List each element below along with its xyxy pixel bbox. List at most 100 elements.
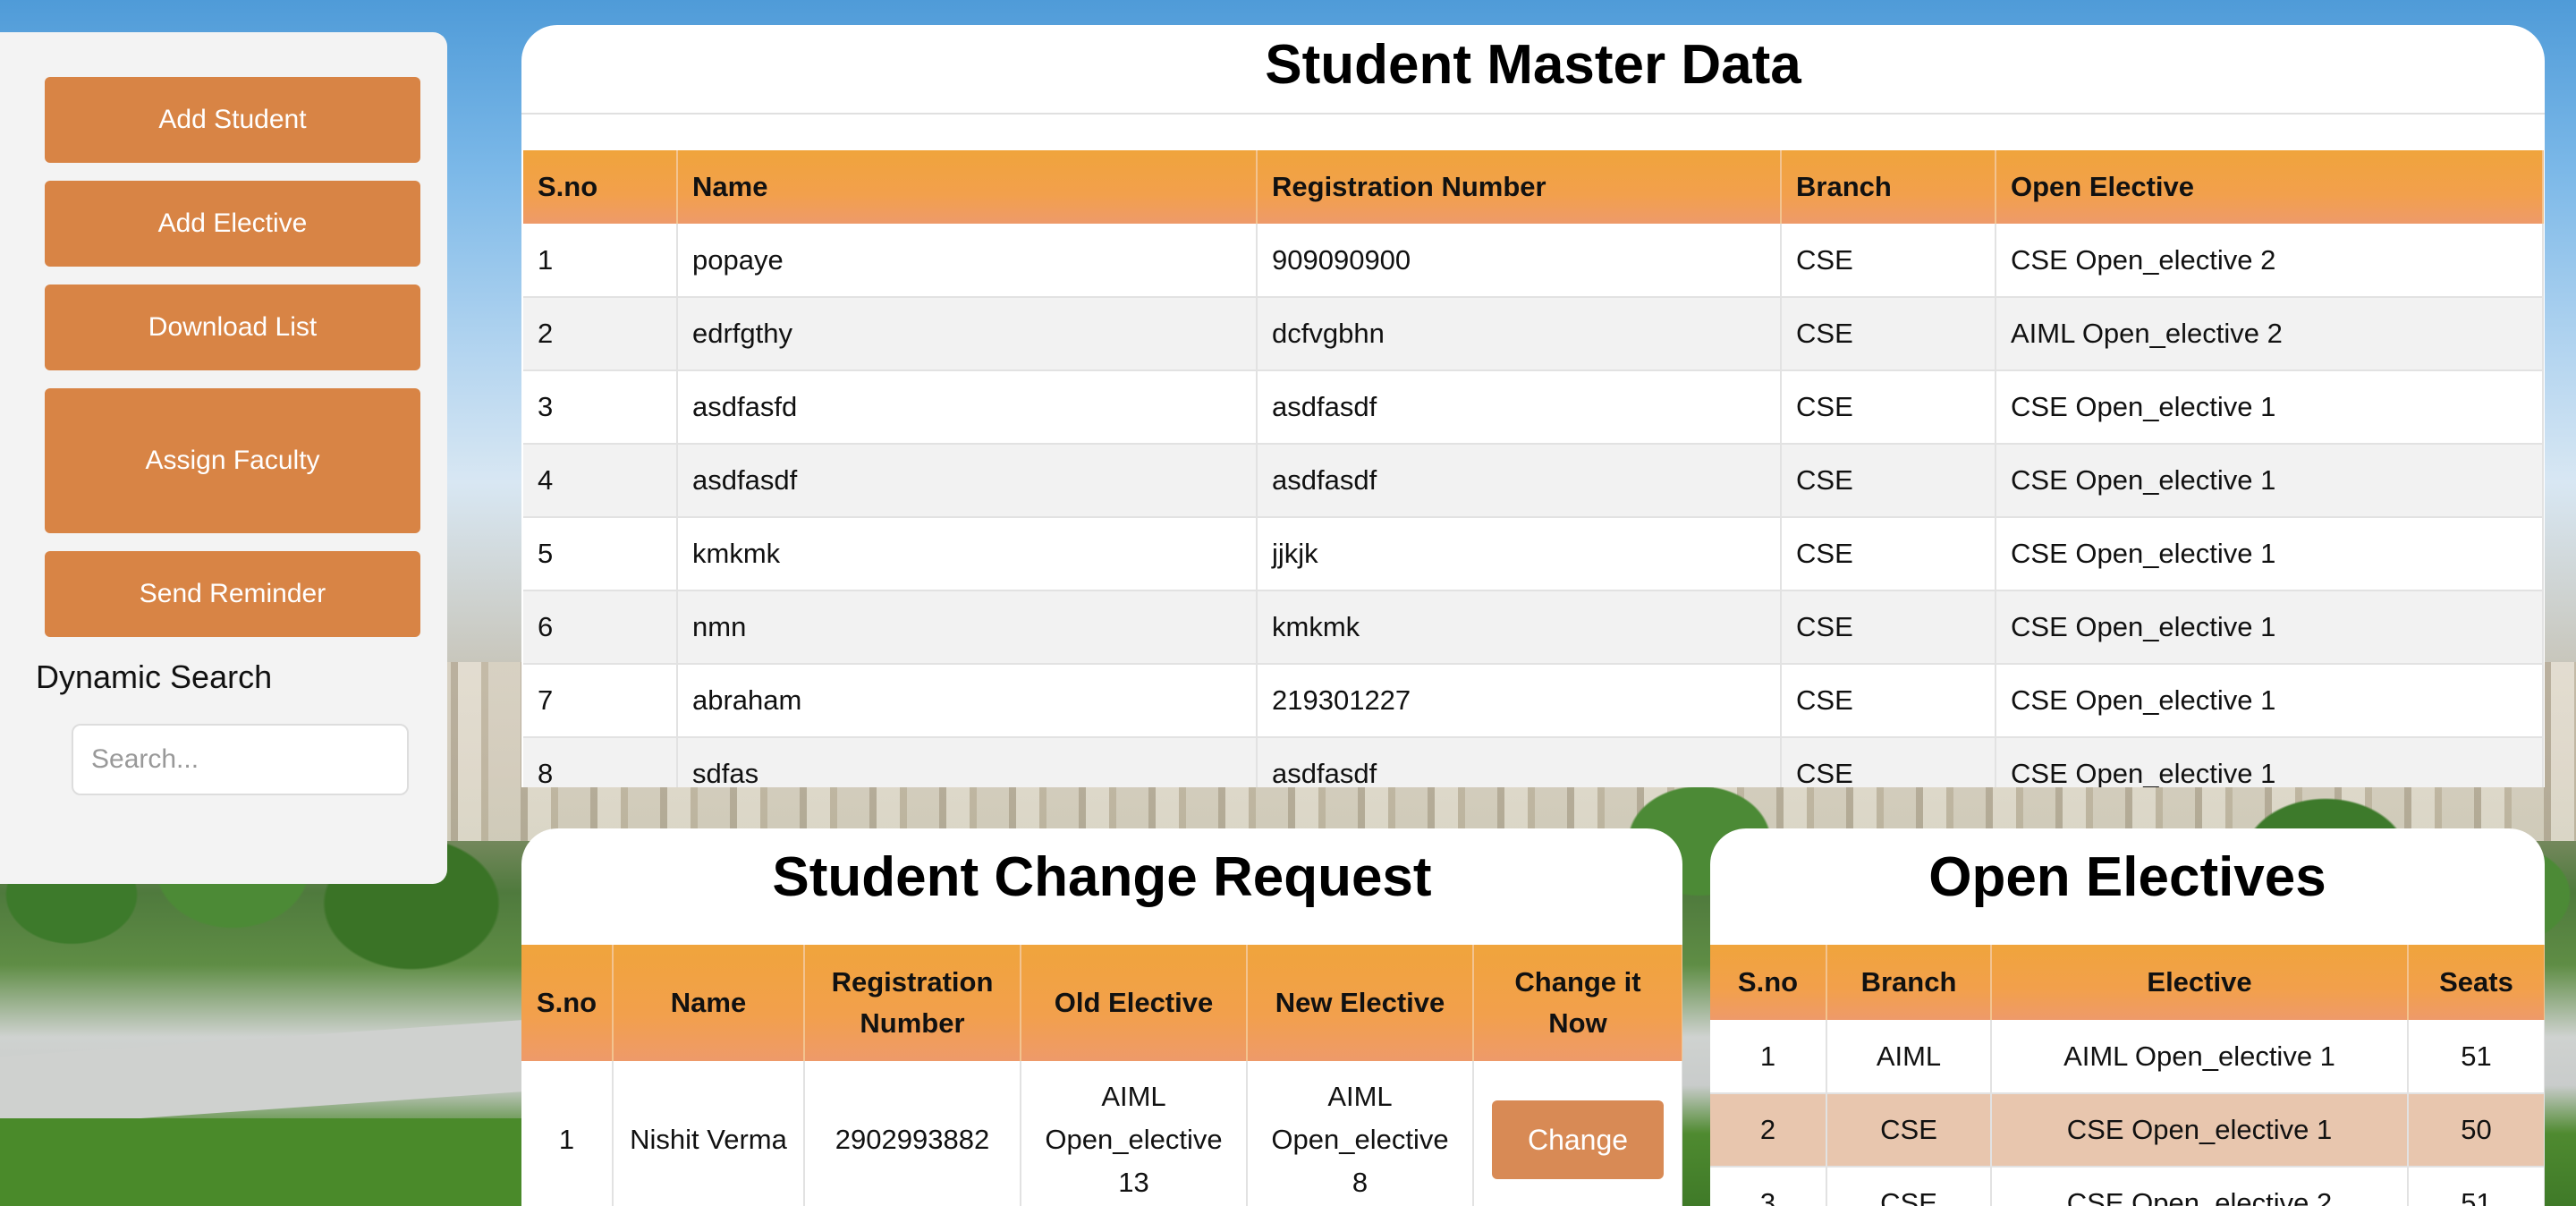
download-list-button[interactable]: Download List [45,285,420,370]
cell-elective: CSE Open_elective 1 [1996,737,2544,787]
cell-elective: CSE Open_elective 1 [1996,664,2544,738]
cell-elective: CSE Open_elective 2 [1996,224,2544,298]
table-header-row: S.no Branch Elective Seats [1710,945,2545,1020]
cell-branch: AIML [1826,1020,1992,1094]
page-title: Student Master Data [1265,34,1801,89]
open-electives-table: S.no Branch Elective Seats 1 AIML AIML O… [1710,945,2545,1206]
table-row[interactable]: 6 nmn kmkmk CSE CSE Open_elective 1 [523,590,2544,665]
cell-name: nmn [677,590,1258,665]
table-row[interactable]: 1 Nishit Verma 2902993882 AIML Open_elec… [521,1061,1682,1206]
change-request-title: Student Change Request [772,846,1432,908]
change-button[interactable]: Change [1492,1100,1664,1179]
cell-sno: 6 [523,590,678,665]
background-grass [0,1118,537,1206]
cell-branch: CSE [1781,370,1996,445]
cell-branch: CSE [1781,590,1996,665]
cell-name: abraham [677,664,1258,738]
table-row[interactable]: 8 sdfas asdfasdf CSE CSE Open_elective 1 [523,737,2544,787]
table-row[interactable]: 2 CSE CSE Open_elective 1 50 [1710,1093,2545,1168]
assign-faculty-button[interactable]: Assign Faculty [45,388,420,533]
cell-branch: CSE [1826,1167,1992,1206]
cell-registration: jjkjk [1257,517,1782,591]
cell-name: popaye [677,224,1258,298]
cell-seats: 50 [2408,1093,2545,1168]
column-header[interactable]: New Elective [1247,945,1474,1061]
column-header[interactable]: Old Elective [1021,945,1248,1061]
cell-sno: 2 [1710,1093,1827,1168]
column-header[interactable]: Branch [1781,150,1996,224]
cell-registration: asdfasdf [1257,737,1782,787]
column-header[interactable]: Open Elective [1996,150,2544,224]
table-row[interactable]: 1 AIML AIML Open_elective 1 51 [1710,1020,2545,1094]
cell-elective: CSE Open_elective 1 [1991,1093,2409,1168]
cell-name: asdfasfd [677,370,1258,445]
cell-registration: 909090900 [1257,224,1782,298]
cell-elective: CSE Open_elective 1 [1996,370,2544,445]
cell-new-elective: AIML Open_elective 8 [1247,1061,1474,1206]
cell-seats: 51 [2408,1020,2545,1094]
column-header[interactable]: S.no [523,150,678,224]
add-student-button[interactable]: Add Student [45,77,420,163]
change-request-panel: Student Change Request S.no Name Registr… [521,828,1682,1206]
column-header[interactable]: Seats [2408,945,2545,1020]
cell-sno: 8 [523,737,678,787]
cell-action: Change [1473,1061,1682,1206]
open-electives-panel: Open Electives S.no Branch Elective Seat… [1710,828,2545,1206]
send-reminder-button[interactable]: Send Reminder [45,551,420,637]
cell-name: edrfgthy [677,297,1258,371]
column-header[interactable]: S.no [1710,945,1827,1020]
cell-name: sdfas [677,737,1258,787]
cell-elective: CSE Open_elective 1 [1996,517,2544,591]
cell-sno: 1 [1710,1020,1827,1094]
cell-registration: 219301227 [1257,664,1782,738]
cell-sno: 1 [523,224,678,298]
cell-branch: CSE [1781,517,1996,591]
cell-sno: 3 [523,370,678,445]
cell-registration: dcfvgbhn [1257,297,1782,371]
column-header[interactable]: S.no [521,945,614,1061]
table-row[interactable]: 7 abraham 219301227 CSE CSE Open_electiv… [523,664,2544,738]
cell-old-elective: AIML Open_elective 13 [1021,1061,1248,1206]
table-row[interactable]: 4 asdfasdf asdfasdf CSE CSE Open_electiv… [523,444,2544,518]
search-input[interactable] [72,724,409,795]
cell-elective: AIML Open_elective 1 [1991,1020,2409,1094]
column-header[interactable]: Name [613,945,805,1061]
cell-branch: CSE [1781,444,1996,518]
table-row[interactable]: 2 edrfgthy dcfvgbhn CSE AIML Open_electi… [523,297,2544,371]
title-divider [521,113,2545,115]
column-header[interactable]: Name [677,150,1258,224]
table-row[interactable]: 5 kmkmk jjkjk CSE CSE Open_elective 1 [523,517,2544,591]
cell-elective: CSE Open_elective 1 [1996,444,2544,518]
cell-registration: kmkmk [1257,590,1782,665]
cell-name: kmkmk [677,517,1258,591]
dynamic-search-label: Dynamic Search [36,658,273,695]
cell-sno: 4 [523,444,678,518]
table-header-row: S.no Name Registration Number Old Electi… [521,945,1682,1061]
table-row[interactable]: 1 popaye 909090900 CSE CSE Open_elective… [523,224,2544,298]
cell-elective: CSE Open_elective 2 [1991,1167,2409,1206]
table-row[interactable]: 3 CSE CSE Open_elective 2 51 [1710,1167,2545,1206]
column-header[interactable]: Change it Now [1473,945,1682,1061]
cell-registration: asdfasdf [1257,370,1782,445]
cell-branch: CSE [1781,224,1996,298]
cell-registration: asdfasdf [1257,444,1782,518]
student-master-table: S.no Name Registration Number Branch Ope… [523,150,2544,787]
add-elective-button[interactable]: Add Elective [45,181,420,267]
cell-seats: 51 [2408,1167,2545,1206]
cell-branch: CSE [1781,664,1996,738]
cell-branch: CSE [1781,297,1996,371]
column-header[interactable]: Registration Number [804,945,1021,1061]
column-header[interactable]: Registration Number [1257,150,1782,224]
cell-branch: CSE [1826,1093,1992,1168]
column-header[interactable]: Branch [1826,945,1992,1020]
cell-sno: 3 [1710,1167,1827,1206]
cell-elective: CSE Open_elective 1 [1996,590,2544,665]
cell-sno: 1 [521,1061,614,1206]
cell-sno: 7 [523,664,678,738]
cell-sno: 5 [523,517,678,591]
cell-elective: AIML Open_elective 2 [1996,297,2544,371]
open-electives-title: Open Electives [1928,846,2326,908]
column-header[interactable]: Elective [1991,945,2409,1020]
table-row[interactable]: 3 asdfasfd asdfasdf CSE CSE Open_electiv… [523,370,2544,445]
table-header-row: S.no Name Registration Number Branch Ope… [523,150,2544,224]
